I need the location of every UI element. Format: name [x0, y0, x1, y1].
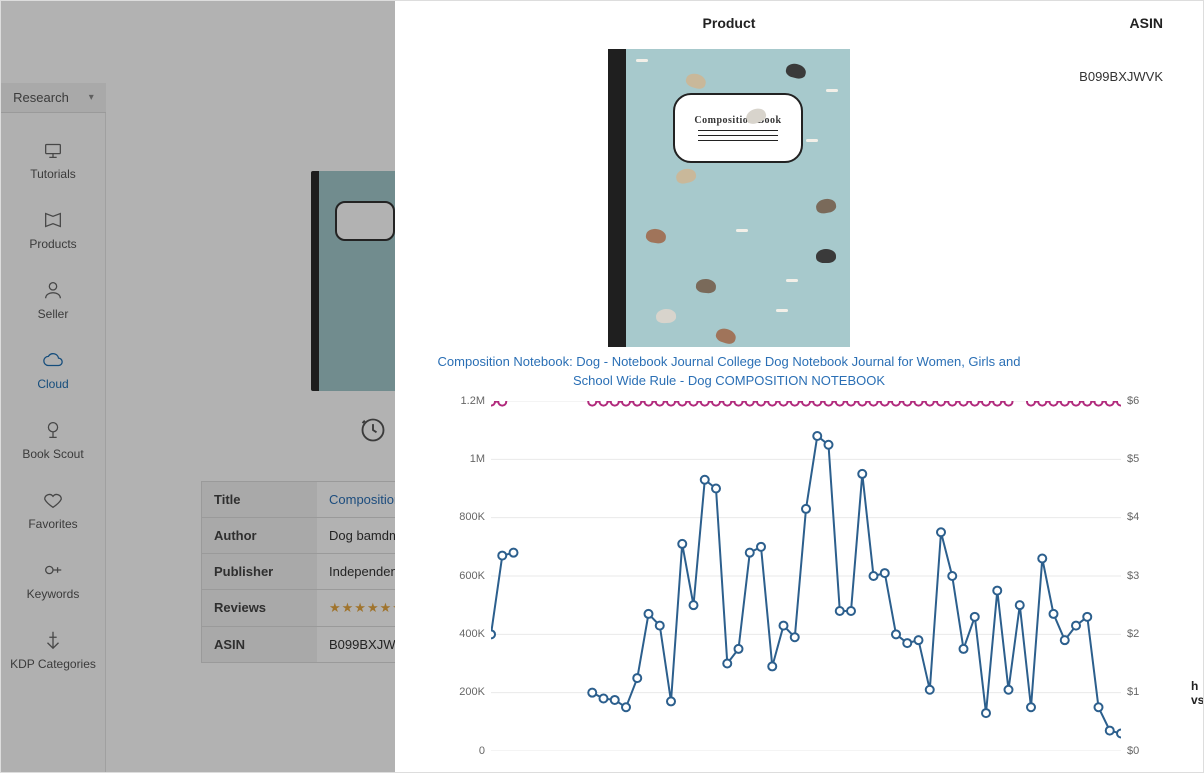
sidebar-item-label: Seller	[38, 307, 69, 321]
title-label: Title	[202, 482, 317, 517]
sidebar-item-kdp-categories[interactable]: KDP Categories	[1, 615, 105, 685]
tutorials-icon	[1, 139, 105, 161]
sidebar: Tutorials Products Seller Cloud	[1, 113, 106, 772]
sidebar-item-cloud[interactable]: Cloud	[1, 335, 105, 405]
asin-header: ASIN	[1023, 15, 1163, 31]
cutoff-text: h vs	[1191, 679, 1203, 707]
sidebar-item-products[interactable]: Products	[1, 195, 105, 265]
asin-value: B099BXJWVK	[1023, 39, 1163, 395]
rank-price-chart[interactable]: 0200K400K600K800K1M1.2M $0$1$2$3$4$5$6	[435, 401, 1163, 751]
history-icon[interactable]	[359, 416, 387, 444]
product-panel: Product ASIN Composition Book Compositio…	[395, 1, 1203, 772]
sidebar-item-label: KDP Categories	[10, 657, 96, 671]
asin-label: ASIN	[202, 627, 317, 662]
product-image[interactable]: Composition Book	[608, 49, 850, 347]
reviews-label: Reviews	[202, 590, 317, 626]
cover-label: Composition Book	[694, 115, 781, 126]
author-label: Author	[202, 518, 317, 553]
research-dropdown[interactable]: Research ▾	[1, 83, 106, 113]
sidebar-item-label: Tutorials	[30, 167, 76, 181]
product-title[interactable]: Composition Notebook: Dog - Notebook Jou…	[435, 353, 1023, 391]
product-header: Product	[435, 15, 1023, 31]
caret-down-icon: ▾	[89, 92, 94, 103]
sidebar-item-tutorials[interactable]: Tutorials	[1, 125, 105, 195]
cloud-icon	[1, 349, 105, 371]
sidebar-item-label: Book Scout	[22, 447, 83, 461]
sidebar-item-favorites[interactable]: Favorites	[1, 475, 105, 545]
favorites-icon	[1, 489, 105, 511]
sidebar-item-keywords[interactable]: Keywords	[1, 545, 105, 615]
sidebar-item-label: Products	[29, 237, 76, 251]
products-icon	[1, 209, 105, 231]
sidebar-item-label: Cloud	[37, 377, 68, 391]
sidebar-item-label: Favorites	[28, 517, 77, 531]
book-scout-icon	[1, 419, 105, 441]
sidebar-item-book-scout[interactable]: Book Scout	[1, 405, 105, 475]
kdp-categories-icon	[1, 629, 105, 651]
sidebar-item-label: Keywords	[27, 587, 80, 601]
research-label: Research	[13, 90, 69, 105]
seller-icon	[1, 279, 105, 301]
publisher-label: Publisher	[202, 554, 317, 589]
keywords-icon	[1, 559, 105, 581]
sidebar-item-seller[interactable]: Seller	[1, 265, 105, 335]
